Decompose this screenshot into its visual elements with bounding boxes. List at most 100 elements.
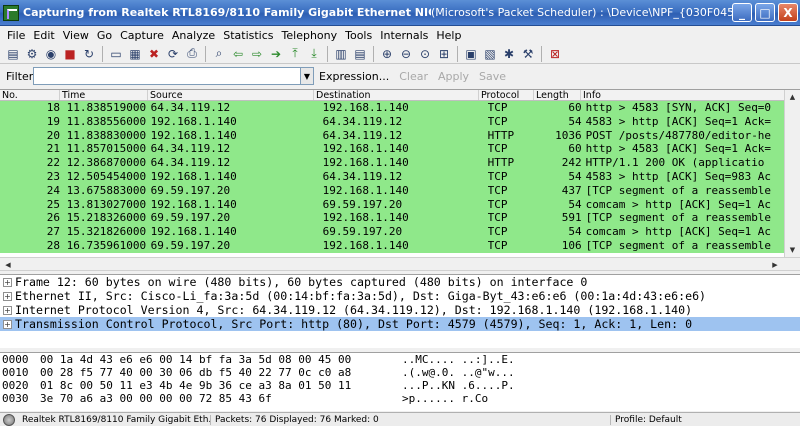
close-file-icon[interactable]: ✖ <box>145 45 163 63</box>
interfaces-icon[interactable]: ▤ <box>4 45 22 63</box>
status-profile[interactable]: Profile: Default <box>611 415 791 425</box>
column-header-source[interactable]: Source <box>148 90 314 100</box>
close-button[interactable]: X <box>778 3 798 22</box>
coloring-rules-icon[interactable]: ✱ <box>500 45 518 63</box>
expression-button[interactable]: Expression... <box>314 70 394 83</box>
packet-time: 11.838519000 <box>66 101 147 114</box>
packet-row[interactable]: 22 12.386870000 64.34.119.12 192.168.1.140… <box>0 156 800 170</box>
packet-time: 15.218326000 <box>66 211 147 225</box>
hex-bytes[interactable]: 3e 70 a6 a3 00 00 00 00 72 85 43 6f <box>40 392 402 405</box>
hex-ascii[interactable]: ...P..KN .6....P. <box>402 379 602 392</box>
filter-dropdown-icon[interactable]: ▼ <box>301 67 314 85</box>
preferences-icon[interactable]: ⚒ <box>519 45 537 63</box>
packet-no: 22 <box>46 156 60 170</box>
capture-status-icon[interactable] <box>3 413 15 426</box>
packet-row[interactable]: 18 11.838519000 64.34.119.12 192.168.1.140… <box>0 101 800 115</box>
column-header-destination[interactable]: Destination <box>314 90 479 100</box>
toolbar-separator <box>327 45 328 62</box>
restart-capture-icon[interactable]: ↻ <box>80 45 98 63</box>
maximize-button[interactable]: □ <box>755 3 775 22</box>
menu-go[interactable]: Go <box>93 29 116 42</box>
packet-list[interactable]: No. Time Source Destination Protocol Len… <box>0 89 800 257</box>
packet-row[interactable]: 23 12.505454000 192.168.1.140 64.34.119.12… <box>0 169 800 184</box>
menu-edit[interactable]: Edit <box>29 29 58 42</box>
expand-icon[interactable]: + <box>3 291 12 301</box>
save-filter-button[interactable]: Save <box>474 70 511 83</box>
menu-tools[interactable]: Tools <box>341 29 376 42</box>
packet-list-horizontal-scrollbar[interactable]: ◀ ▶ <box>0 257 800 271</box>
packet-bytes-pane[interactable]: 0000 00 1a 4d 43 e6 e6 00 14 bf fa 3a 5d… <box>0 352 800 411</box>
scroll-up-icon[interactable]: ▲ <box>785 90 800 104</box>
stop-capture-icon[interactable]: ■ <box>61 45 79 63</box>
zoom-normal-icon[interactable]: ⊙ <box>416 45 434 63</box>
packet-protocol: HTTP <box>487 128 515 142</box>
column-header-length[interactable]: Length <box>534 90 581 100</box>
packet-list-vertical-scrollbar[interactable]: ▲ ▼ <box>784 90 800 257</box>
capture-filters-icon[interactable]: ▣ <box>462 45 480 63</box>
packet-destination: 64.34.119.12 <box>322 128 403 142</box>
expand-icon[interactable]: + <box>3 277 12 287</box>
hex-ascii[interactable]: .(.w@.0. ..@"w... <box>402 366 602 379</box>
go-back-icon[interactable]: ⇦ <box>229 45 247 63</box>
packet-time: 16.735961000 <box>66 238 147 252</box>
colorize-icon[interactable]: ▥ <box>332 45 350 63</box>
column-header-info[interactable]: Info <box>581 90 790 100</box>
packet-row[interactable]: 24 13.675883000 69.59.197.20 192.168.1.140… <box>0 183 800 198</box>
print-icon[interactable]: ⎙ <box>183 45 201 63</box>
packet-row[interactable]: 20 11.838830000 192.168.1.140 64.34.119.12… <box>0 128 800 143</box>
detail-row-tcp[interactable]: + Transmission Control Protocol, Src Por… <box>0 317 800 331</box>
column-header-time[interactable]: Time <box>60 90 148 100</box>
scroll-left-icon[interactable]: ◀ <box>1 258 15 271</box>
column-header-no[interactable]: No. <box>0 90 60 100</box>
menu-statistics[interactable]: Statistics <box>219 29 277 42</box>
help-icon[interactable]: ⊠ <box>546 45 564 63</box>
menu-internals[interactable]: Internals <box>376 29 432 42</box>
zoom-in-icon[interactable]: ⊕ <box>378 45 396 63</box>
zoom-out-icon[interactable]: ⊖ <box>397 45 415 63</box>
expand-icon[interactable]: + <box>3 319 12 329</box>
resize-columns-icon[interactable]: ⊞ <box>435 45 453 63</box>
open-file-icon[interactable]: ▭ <box>107 45 125 63</box>
go-forward-icon[interactable]: ⇨ <box>248 45 266 63</box>
packet-row[interactable]: 21 11.857015000 64.34.119.12 192.168.1.140… <box>0 142 800 157</box>
packet-row[interactable]: 28 16.735961000 69.59.197.20 192.168.1.140… <box>0 238 800 253</box>
auto-scroll-icon[interactable]: ▤ <box>351 45 369 63</box>
reload-icon[interactable]: ⟳ <box>164 45 182 63</box>
detail-row-ip[interactable]: + Internet Protocol Version 4, Src: 64.3… <box>0 303 800 317</box>
scroll-right-icon[interactable]: ▶ <box>768 258 782 271</box>
menu-file[interactable]: File <box>3 29 29 42</box>
detail-row-frame[interactable]: + Frame 12: 60 bytes on wire (480 bits),… <box>0 275 800 289</box>
packet-details-pane[interactable]: + Frame 12: 60 bytes on wire (480 bits),… <box>0 274 800 348</box>
hex-bytes[interactable]: 00 1a 4d 43 e6 e6 00 14 bf fa 3a 5d 08 0… <box>40 353 402 366</box>
last-packet-icon[interactable]: ⤓ <box>305 45 323 63</box>
menu-analyze[interactable]: Analyze <box>168 29 219 42</box>
packet-row[interactable]: 19 11.838556000 192.168.1.140 64.34.119.12… <box>0 114 800 129</box>
capture-options-icon[interactable]: ⚙ <box>23 45 41 63</box>
filter-input[interactable] <box>33 67 301 85</box>
menu-telephony[interactable]: Telephony <box>278 29 342 42</box>
menu-capture[interactable]: Capture <box>116 29 168 42</box>
packet-row[interactable]: 27 15.321826000 192.168.1.140 69.59.197.20… <box>0 225 800 239</box>
hex-bytes[interactable]: 00 28 f5 77 40 00 30 06 db f5 40 22 77 0… <box>40 366 402 379</box>
expand-icon[interactable]: + <box>3 305 12 315</box>
minimize-button[interactable]: _ <box>732 3 752 22</box>
detail-row-ethernet[interactable]: + Ethernet II, Src: Cisco-Li_fa:3a:5d (0… <box>0 289 800 303</box>
column-header-protocol[interactable]: Protocol <box>479 90 534 100</box>
hex-bytes[interactable]: 01 8c 00 50 11 e3 4b 4e 9b 36 ce a3 8a 0… <box>40 379 402 392</box>
hex-ascii[interactable]: ..MC.... ..:]..E. <box>402 353 602 366</box>
packet-no: 24 <box>46 183 60 197</box>
packet-row[interactable]: 26 15.218326000 69.59.197.20 192.168.1.140… <box>0 211 800 226</box>
packet-row[interactable]: 25 13.813027000 192.168.1.140 69.59.197.20… <box>0 197 800 212</box>
clear-button[interactable]: Clear <box>394 70 433 83</box>
find-packet-icon[interactable]: ⌕ <box>210 45 228 63</box>
menu-help[interactable]: Help <box>432 29 465 42</box>
scroll-down-icon[interactable]: ▼ <box>785 243 800 257</box>
save-file-icon[interactable]: ▦ <box>126 45 144 63</box>
apply-button[interactable]: Apply <box>433 70 474 83</box>
hex-ascii[interactable]: >p...... r.Co <box>402 392 602 405</box>
go-to-packet-icon[interactable]: ➔ <box>267 45 285 63</box>
first-packet-icon[interactable]: ⤒ <box>286 45 304 63</box>
display-filters-icon[interactable]: ▧ <box>481 45 499 63</box>
start-capture-icon[interactable]: ◉ <box>42 45 60 63</box>
menu-view[interactable]: View <box>59 29 93 42</box>
